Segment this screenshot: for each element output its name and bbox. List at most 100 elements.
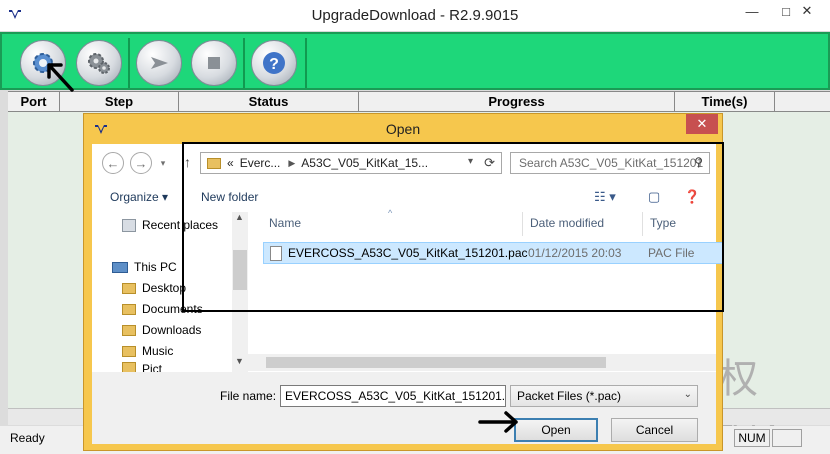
search-icon: ⚲ xyxy=(694,155,703,169)
nav-item-label: Documents xyxy=(142,302,203,316)
stop-button[interactable] xyxy=(191,40,237,86)
help-icon: ? xyxy=(263,52,285,74)
column-header-name[interactable]: Name xyxy=(269,216,301,230)
recent-locations-dropdown[interactable]: ▾ xyxy=(156,152,170,174)
column-header-port[interactable]: Port xyxy=(8,92,60,111)
column-header-step[interactable]: Step xyxy=(60,92,179,111)
file-type-select[interactable]: Packet Files (*.pac) ⌄ xyxy=(510,385,698,407)
nav-item-label: Desktop xyxy=(142,281,187,295)
file-icon xyxy=(270,245,282,261)
minimize-button[interactable]: — xyxy=(735,0,769,22)
nav-item-desktop[interactable]: Desktop xyxy=(122,279,186,297)
dialog-close-button[interactable]: ✕ xyxy=(686,114,718,134)
organize-button[interactable]: Organize ▾ xyxy=(110,190,168,204)
file-name-label: File name: xyxy=(220,389,277,403)
refresh-icon[interactable]: ⟳ xyxy=(484,155,495,171)
file-type: PAC File xyxy=(648,246,695,260)
nav-item-label: This PC xyxy=(134,260,177,274)
play-icon xyxy=(151,57,168,69)
forward-button[interactable]: → xyxy=(130,152,152,174)
file-name: EVERCOSS_A53C_V05_KitKat_151201.pac xyxy=(288,246,528,260)
open-button[interactable]: Open xyxy=(514,418,598,442)
window-title: UpgradeDownload - R2.9.9015 xyxy=(311,7,519,24)
file-name-input[interactable]: EVERCOSS_A53C_V05_KitKat_151201.p xyxy=(280,385,506,407)
annotation-arrow-icon xyxy=(478,411,518,433)
dialog-content: ← → ▾ ↑ « Everc... ▶ A53C_V05_KitKat_15.… xyxy=(92,144,723,444)
status-ready: Ready xyxy=(10,431,45,445)
address-segment[interactable]: Everc... xyxy=(240,156,281,170)
search-placeholder: Search A53C_V05_KitKat_151201 xyxy=(519,156,704,170)
view-options-icon[interactable]: ☷ ▾ xyxy=(594,189,616,205)
column-divider xyxy=(642,212,643,236)
navigation-row: ← → ▾ ↑ « Everc... ▶ A53C_V05_KitKat_15.… xyxy=(92,144,716,182)
column-header-type[interactable]: Type xyxy=(650,216,676,230)
start-button[interactable] xyxy=(136,40,182,86)
folder-icon xyxy=(122,324,136,336)
up-folder-icon[interactable]: ↑ xyxy=(184,154,191,170)
column-divider xyxy=(522,212,523,236)
port-grid-header: Port Step Status Progress Time(s) xyxy=(8,91,830,112)
navigation-pane: Recent places This PC Desktop Documents … xyxy=(92,212,248,372)
chevron-down-icon: ⌄ xyxy=(683,389,692,400)
nav-item-music[interactable]: Music xyxy=(122,342,173,360)
new-folder-button[interactable]: New folder xyxy=(201,190,258,204)
chevron-right-icon[interactable]: ▶ xyxy=(288,158,295,169)
nav-item-downloads[interactable]: Downloads xyxy=(122,321,201,339)
status-panel xyxy=(772,429,802,447)
search-box[interactable]: Search A53C_V05_KitKat_151201 ⚲ xyxy=(510,152,710,174)
toolbar-separator xyxy=(243,38,245,88)
help-icon[interactable]: ❓ xyxy=(684,189,700,205)
help-button[interactable]: ? xyxy=(251,40,297,86)
folder-icon xyxy=(122,345,136,357)
cancel-button[interactable]: Cancel xyxy=(611,418,698,442)
nav-item-label: Recent places xyxy=(142,218,219,232)
load-packet-button[interactable] xyxy=(76,40,122,86)
folder-icon xyxy=(122,282,136,294)
file-type-value: Packet Files (*.pac) xyxy=(517,389,622,403)
dialog-title: Open xyxy=(385,121,421,137)
column-header-status[interactable]: Status xyxy=(179,92,359,111)
scroll-up-icon[interactable]: ▲ xyxy=(235,212,244,222)
scrollbar-thumb[interactable] xyxy=(266,357,606,368)
address-bar[interactable]: « Everc... ▶ A53C_V05_KitKat_15... ▾ ⟳ xyxy=(200,152,502,174)
close-button[interactable]: ✕ xyxy=(784,0,830,22)
scrollbar-thumb[interactable] xyxy=(233,250,247,290)
main-titlebar: UpgradeDownload - R2.9.9015 — □ ✕ xyxy=(0,0,830,32)
toolbar-separator xyxy=(305,38,307,88)
scroll-down-icon[interactable]: ▼ xyxy=(235,356,244,366)
open-dialog: Open ✕ ← → ▾ ↑ « Everc... ▶ A53C_V05_Kit… xyxy=(83,113,723,451)
folder-icon xyxy=(207,157,221,169)
numlock-indicator: NUM xyxy=(734,429,770,447)
file-list-horizontal-scrollbar[interactable] xyxy=(248,354,716,371)
sort-ascending-icon: ^ xyxy=(388,208,393,218)
double-gear-icon xyxy=(88,53,110,74)
computer-icon xyxy=(112,261,128,273)
main-toolbar: ? xyxy=(0,32,830,90)
address-dropdown-icon[interactable]: ▾ xyxy=(468,156,473,167)
nav-item-this-pc[interactable]: This PC xyxy=(112,258,177,276)
nav-item-label: Music xyxy=(142,344,174,358)
column-header-time[interactable]: Time(s) xyxy=(675,92,775,111)
stop-icon xyxy=(208,57,220,69)
address-segment[interactable]: A53C_V05_KitKat_15... xyxy=(301,156,428,170)
address-overflow[interactable]: « xyxy=(227,156,234,170)
column-header-progress[interactable]: Progress xyxy=(359,92,675,111)
nav-item-label: Pict xyxy=(142,362,163,372)
folder-icon xyxy=(122,303,136,315)
nav-item-label: Downloads xyxy=(142,323,202,337)
navigation-scrollbar[interactable]: ▲ ▼ xyxy=(232,212,248,372)
command-bar: Organize ▾ New folder ☷ ▾ ▢ ❓ xyxy=(92,182,716,212)
annotation-arrow-icon xyxy=(47,63,74,92)
nav-item-pictures[interactable]: Pict xyxy=(122,362,162,372)
dialog-bottom-panel: File name: EVERCOSS_A53C_V05_KitKat_1512… xyxy=(92,372,716,444)
nav-item-recent-places[interactable]: Recent places xyxy=(122,216,218,234)
file-date: 01/12/2015 20:03 xyxy=(528,246,622,260)
back-button[interactable]: ← xyxy=(102,152,124,174)
folder-icon xyxy=(122,362,136,372)
preview-pane-icon[interactable]: ▢ xyxy=(648,189,660,205)
nav-item-documents[interactable]: Documents xyxy=(122,300,203,318)
toolbar-separator xyxy=(128,38,130,88)
recent-places-icon xyxy=(122,218,136,232)
file-row[interactable]: EVERCOSS_A53C_V05_KitKat_151201.pac 01/1… xyxy=(263,242,723,264)
column-header-date-modified[interactable]: Date modified xyxy=(530,216,604,230)
